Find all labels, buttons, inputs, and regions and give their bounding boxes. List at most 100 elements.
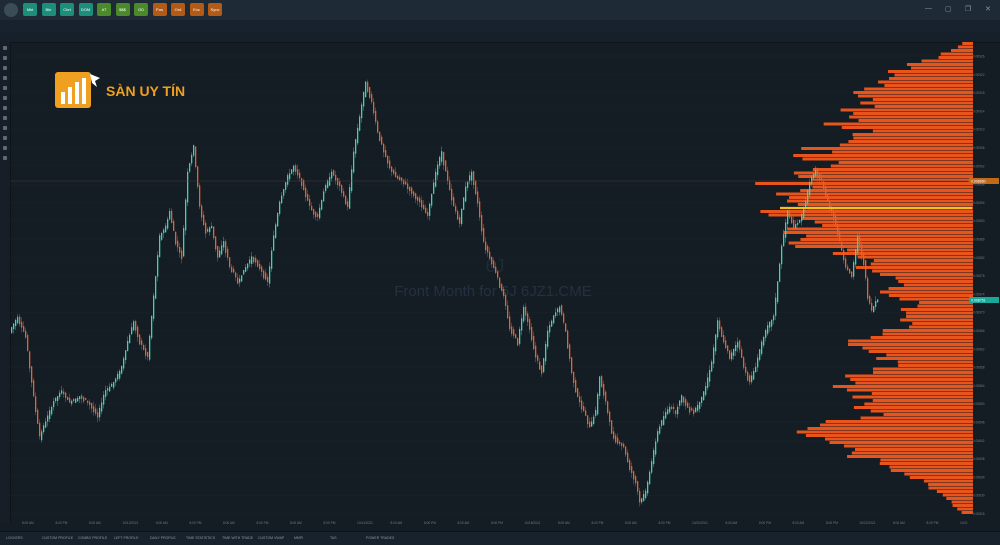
candle-body <box>755 366 757 373</box>
candle-body <box>323 191 325 202</box>
candle-body <box>549 325 551 333</box>
profile-bar <box>858 119 973 122</box>
drawing-tool-icon[interactable] <box>3 96 7 100</box>
bottom-tab[interactable]: LOCKERS <box>6 532 23 545</box>
candle-body <box>23 326 25 332</box>
candle-body <box>373 101 375 114</box>
restore-icon[interactable]: ❐ <box>965 5 971 13</box>
toolbar-button[interactable]: Sync <box>208 3 222 16</box>
candle-body <box>813 174 815 179</box>
profile-bar <box>848 339 973 343</box>
bottom-tab[interactable]: COMBO PROFILE <box>78 532 107 545</box>
candle-body <box>267 276 269 282</box>
profile-bar <box>864 87 973 91</box>
candle-body <box>815 170 817 176</box>
time-tick-label: 8:00 AM <box>156 521 168 525</box>
drawing-tool-icon[interactable] <box>3 46 7 50</box>
candle-body <box>659 426 661 434</box>
price-tick-label: 0.00886 <box>973 238 985 242</box>
candle-body <box>219 250 221 258</box>
bottom-tab[interactable]: LEFT PROFILE <box>114 532 138 545</box>
price-axis[interactable]: 0.00926 0.00922 0.00918 0.00914 0.00910 0.009… <box>969 55 999 517</box>
candle-body <box>145 348 147 356</box>
candle-body <box>723 334 725 343</box>
candle-body <box>781 245 783 265</box>
candle-body <box>515 334 517 339</box>
drawing-tool-icon[interactable] <box>3 116 7 120</box>
toolbar-button[interactable]: Exc <box>189 3 204 16</box>
candle-body <box>585 410 587 416</box>
price-tick-label: 0.00834 <box>973 475 985 479</box>
time-tick-label: 11/01 <box>960 521 968 525</box>
profile-bar <box>870 262 973 266</box>
toolbar-button[interactable]: AT <box>97 3 111 16</box>
toolbar-button[interactable]: $$$ <box>115 3 130 16</box>
drawing-tool-icon[interactable] <box>3 86 7 90</box>
toolbar-button[interactable]: DOM <box>78 3 93 16</box>
candle-body <box>641 498 643 503</box>
drawing-tool-icon[interactable] <box>3 56 7 60</box>
profile-bar <box>936 490 973 493</box>
bottom-tab[interactable]: POWER TRADES <box>366 532 394 545</box>
candle-body <box>19 316 21 325</box>
profile-bar <box>857 94 973 98</box>
drawing-tool-icon[interactable] <box>3 106 7 110</box>
toolbar-button[interactable]: OD <box>134 3 148 16</box>
drawing-tool-icon[interactable] <box>3 146 7 150</box>
bottom-tab[interactable]: CUSTOM PROFILE <box>42 532 73 545</box>
bottom-tab[interactable]: TAS <box>330 532 337 545</box>
time-axis[interactable]: 8:00 AM 8:00 PM 8:00 AM 10/12/2021 8:00 AM 8:… <box>22 521 968 525</box>
drawing-tool-icon[interactable] <box>3 66 7 70</box>
minimize-icon[interactable]: — <box>925 5 932 12</box>
price-chart[interactable]: 6J Front Month for 6J 6JZ1.CME 0.009260.… <box>10 42 1000 531</box>
candle-body <box>539 361 541 370</box>
maximize-icon[interactable]: ▢ <box>945 5 952 13</box>
time-tick-label: 8:00 PM <box>826 521 838 525</box>
profile-bar <box>872 399 973 402</box>
candle-body <box>209 227 211 233</box>
candle-body <box>101 402 103 412</box>
profile-bar <box>942 493 973 497</box>
profile-bar <box>879 462 973 465</box>
candle-body <box>607 401 609 413</box>
profile-bar <box>855 381 973 385</box>
candle-body <box>499 277 501 288</box>
profile-bar <box>919 301 973 304</box>
candle-body <box>313 209 315 215</box>
candle-body <box>365 81 367 98</box>
candle-body <box>281 195 283 204</box>
bottom-tab[interactable]: DAILY PROFILE <box>150 532 176 545</box>
candle-body <box>497 271 499 278</box>
candle-body <box>17 316 19 324</box>
bottom-tab[interactable]: TIME WITH TRADE <box>222 532 253 545</box>
toolbar-button[interactable]: Pos <box>152 3 167 16</box>
candle-body <box>409 186 411 192</box>
bottom-tab[interactable]: TIME STATISTICS <box>186 532 215 545</box>
candle-body <box>735 345 737 352</box>
candle-body <box>289 173 291 180</box>
candle-body <box>743 357 745 368</box>
candle-body <box>375 110 377 122</box>
drawing-tool-icon[interactable] <box>3 136 7 140</box>
drawing-tool-icon[interactable] <box>3 126 7 130</box>
candle-body <box>863 253 865 266</box>
bottom-tab[interactable]: MMPI <box>294 532 303 545</box>
candle-body <box>651 461 653 473</box>
toolbar-button[interactable]: Bkr <box>41 3 56 16</box>
candle-body <box>751 375 753 382</box>
app-logo-icon[interactable] <box>4 3 18 17</box>
close-icon[interactable]: ✕ <box>985 5 991 13</box>
candle-body <box>113 381 115 388</box>
candle-body <box>45 421 47 428</box>
toolbar-button[interactable]: Ord <box>171 3 185 16</box>
bottom-tab[interactable]: CUSTOM VWAP <box>258 532 284 545</box>
candle-body <box>495 266 497 273</box>
drawing-tool-icon[interactable] <box>3 156 7 160</box>
profile-bar <box>812 168 973 171</box>
candle-body <box>637 481 639 492</box>
profile-bar <box>872 269 973 273</box>
drawing-tool-icon[interactable] <box>3 76 7 80</box>
toolbar-button[interactable]: Chrt <box>60 3 74 16</box>
profile-bar <box>787 227 973 231</box>
toolbar-button[interactable]: Mkt <box>23 3 37 16</box>
